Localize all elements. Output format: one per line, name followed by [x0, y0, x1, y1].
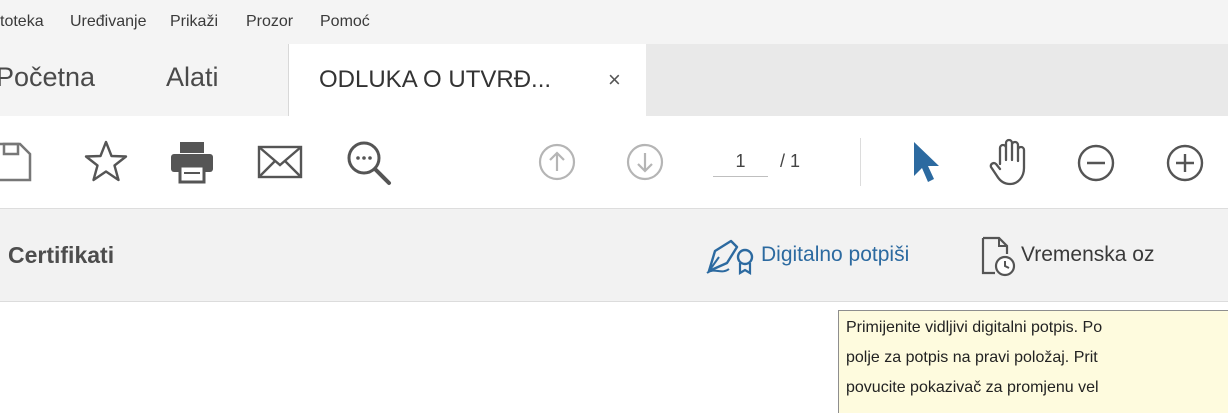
- menu-item-window[interactable]: Prozor: [246, 13, 293, 31]
- tab-strip-empty: [646, 44, 1228, 117]
- digital-sign-label: Digitalno potpiši: [761, 243, 910, 266]
- page-down-icon[interactable]: [625, 142, 665, 182]
- menu-item-edit[interactable]: Uređivanje: [70, 13, 146, 31]
- tab-bar: Početna Alati ODLUKA O UTVRĐ... ×: [0, 44, 1228, 118]
- pen-signature-icon: [706, 239, 754, 275]
- sign-tooltip: Primijenite vidljivi digitalni potpis. P…: [838, 310, 1228, 413]
- timestamp-label: Vremenska oz: [1021, 243, 1155, 266]
- tooltip-line: polje za potpis na pravi položaj. Prit: [846, 349, 1098, 366]
- select-cursor-icon[interactable]: [906, 138, 946, 186]
- certificates-title: Certifikati: [8, 242, 115, 268]
- menu-item-file[interactable]: toteka: [0, 13, 44, 31]
- menu-item-help[interactable]: Pomoć: [320, 13, 370, 31]
- star-icon[interactable]: [82, 138, 130, 186]
- close-tab-icon[interactable]: ×: [608, 67, 621, 93]
- menu-item-view[interactable]: Prikaži: [170, 13, 218, 31]
- hand-icon[interactable]: [986, 136, 1034, 188]
- search-zoom-icon[interactable]: [344, 138, 394, 188]
- menu-bar: toteka Uređivanje Prikaži Prozor Pomoć: [0, 0, 1228, 44]
- mail-icon[interactable]: [256, 144, 304, 180]
- tab-document[interactable]: ODLUKA O UTVRĐ... ×: [288, 44, 647, 118]
- page-number-input[interactable]: 1: [713, 146, 768, 177]
- zoom-in-icon[interactable]: [1164, 142, 1206, 184]
- page-total: / 1: [780, 151, 801, 171]
- toolbar-divider: [860, 138, 861, 186]
- tab-home[interactable]: Početna: [0, 62, 95, 93]
- zoom-out-icon[interactable]: [1075, 142, 1117, 184]
- print-icon[interactable]: [168, 140, 216, 184]
- tooltip-line: Primijenite vidljivi digitalni potpis. P…: [846, 319, 1103, 336]
- timestamp-button[interactable]: Vremenska oz: [977, 231, 1228, 279]
- main-toolbar: 1 / 1: [0, 116, 1228, 209]
- document-clock-icon: [981, 236, 1016, 277]
- save-icon[interactable]: [0, 140, 34, 184]
- tooltip-line: povucite pokazivač za promjenu vel: [846, 379, 1099, 396]
- tab-tools[interactable]: Alati: [166, 62, 219, 93]
- page-up-icon[interactable]: [537, 142, 577, 182]
- certificates-toolbar: Certifikati Digitalno potpiši Vremenska …: [0, 209, 1228, 302]
- document-tab-title: ODLUKA O UTVRĐ...: [319, 66, 552, 93]
